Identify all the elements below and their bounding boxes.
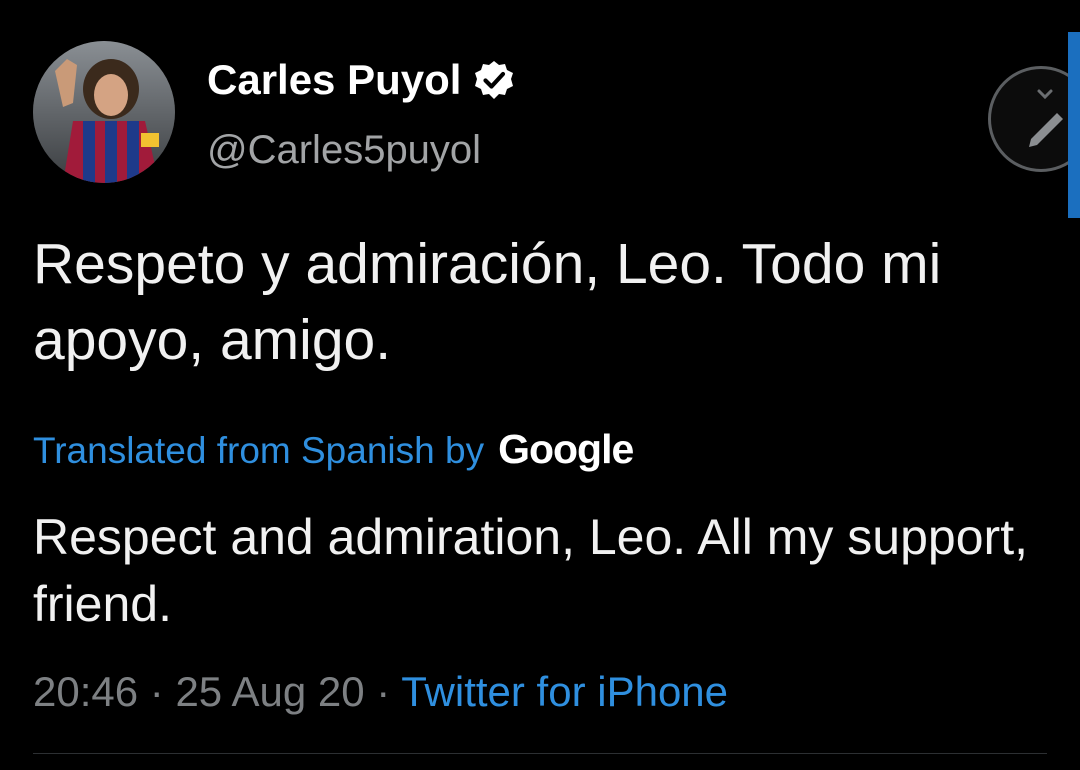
google-logo: Google: [498, 426, 634, 472]
author-display-name[interactable]: Carles Puyol: [207, 56, 515, 104]
avatar[interactable]: [33, 41, 175, 183]
translated-tweet-text: Respect and admiration, Leo. All my supp…: [33, 509, 1028, 632]
translated-from-link[interactable]: Translated from Spanish by: [33, 430, 484, 472]
author-handle[interactable]: @Carles5puyol: [207, 128, 481, 173]
tweet-source-link[interactable]: Twitter for iPhone: [401, 668, 728, 715]
tweet-time[interactable]: 20:46: [33, 668, 138, 715]
meta-separator: ·: [138, 668, 176, 715]
author-name-text: Carles Puyol: [207, 56, 462, 103]
pencil-icon: [1029, 89, 1063, 147]
tweet-metadata: 20:46 · 25 Aug 20 · Twitter for iPhone: [33, 668, 728, 716]
scroll-indicator[interactable]: [1068, 32, 1080, 218]
avatar-photo: [33, 41, 175, 183]
meta-separator: ·: [364, 668, 402, 715]
tweet-text: Respeto y admiración, Leo. Todo mi apoyo…: [33, 232, 942, 372]
translation-attribution[interactable]: Translated from Spanish by Google: [33, 426, 634, 473]
divider: [33, 753, 1047, 754]
tweet-date[interactable]: 25 Aug 20: [175, 668, 364, 715]
compose-button[interactable]: [988, 66, 1080, 172]
verified-badge-icon: [473, 59, 515, 101]
